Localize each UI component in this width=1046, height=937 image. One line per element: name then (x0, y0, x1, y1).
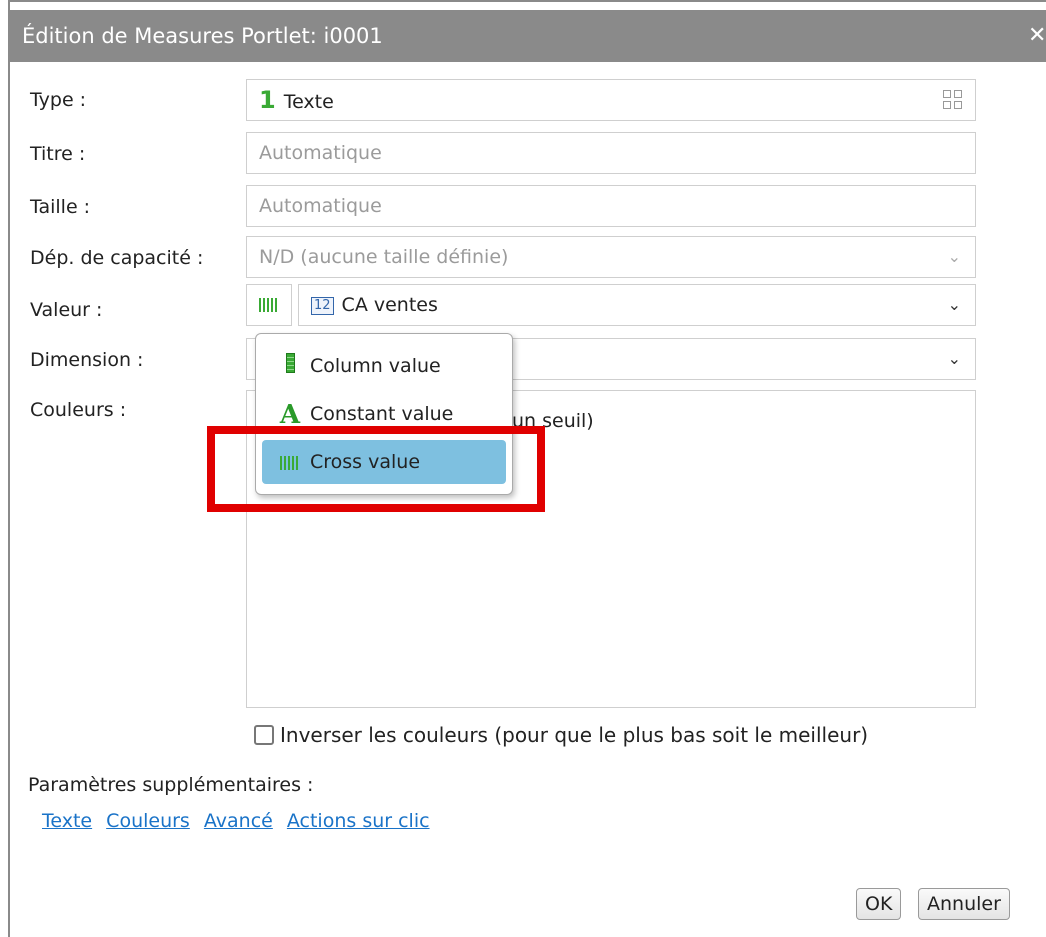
link-couleurs[interactable]: Couleurs (106, 810, 190, 832)
invert-colors-label: Inverser les couleurs (pour que le plus … (280, 723, 869, 747)
cross-value-icon (259, 298, 279, 312)
invert-colors-row[interactable]: Inverser les couleurs (pour que le plus … (254, 720, 868, 750)
close-icon[interactable]: ✕ (1028, 10, 1046, 62)
title-label: Titre : (30, 143, 86, 165)
size-label: Taille : (30, 196, 91, 218)
value-selected: CA ventes (341, 294, 438, 316)
value-select[interactable]: 12 CA ventes ⌄ (298, 284, 976, 326)
type-label: Type : (30, 89, 87, 111)
type-value: Texte (283, 91, 334, 113)
chevron-down-icon: ⌄ (947, 247, 961, 266)
extra-params-label: Paramètres supplémentaires : (28, 774, 314, 796)
ok-button[interactable]: OK (856, 888, 902, 920)
number-one-icon: 1 (259, 86, 276, 114)
dialog-titlebar[interactable]: Édition de Measures Portlet: i0001 ✕ (10, 10, 1046, 62)
link-avance[interactable]: Avancé (204, 810, 273, 832)
numeric-field-icon: 12 (311, 296, 334, 315)
type-select[interactable]: 1 Texte (246, 79, 976, 121)
dimension-label: Dimension : (30, 349, 144, 371)
column-value-icon (285, 352, 295, 373)
colors-label: Couleurs : (30, 399, 127, 421)
cancel-button[interactable]: Annuler (918, 888, 1010, 920)
grid-picker-icon[interactable] (943, 90, 963, 110)
capacity-select[interactable]: N/D (aucune taille définie) ⌄ (246, 236, 976, 278)
menu-item-column-value[interactable]: Column value (262, 344, 506, 388)
menu-item-label: Constant value (310, 403, 454, 425)
title-input[interactable]: Automatique (246, 132, 976, 174)
chevron-down-icon: ⌄ (947, 295, 961, 314)
link-texte[interactable]: Texte (42, 810, 92, 832)
dialog-title: Édition de Measures Portlet: i0001 (22, 24, 383, 48)
link-actions-sur-clic[interactable]: Actions sur clic (287, 810, 430, 832)
invert-colors-checkbox[interactable] (254, 724, 274, 745)
menu-item-label: Column value (310, 355, 441, 377)
highlight-box (207, 426, 545, 512)
value-label: Valeur : (30, 299, 103, 321)
chevron-down-icon: ⌄ (947, 349, 961, 368)
capacity-label: Dép. de capacité : (30, 247, 204, 269)
value-type-button[interactable] (246, 284, 292, 326)
capacity-value: N/D (aucune taille définie) (259, 246, 509, 268)
extra-params-links: Texte Couleurs Avancé Actions sur clic (42, 810, 438, 832)
size-input[interactable]: Automatique (246, 185, 976, 227)
